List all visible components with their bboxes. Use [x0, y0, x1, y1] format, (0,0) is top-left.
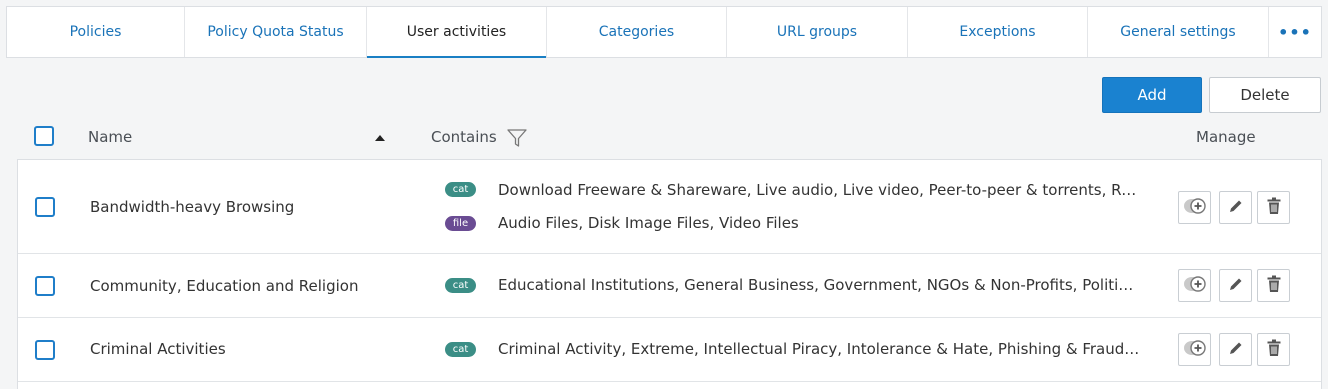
tab-url-groups[interactable]: URL groups: [727, 7, 908, 57]
tab-policies[interactable]: Policies: [7, 7, 185, 57]
row-checkbox[interactable]: [35, 197, 55, 217]
contains-categories: Educational Institutions, General Busine…: [498, 276, 1140, 294]
delete-row-button[interactable]: [1257, 269, 1290, 302]
edit-button[interactable]: [1219, 191, 1252, 224]
contains-categories: Criminal Activity, Extreme, Intellectual…: [498, 340, 1140, 358]
row-name[interactable]: Community, Education and Religion: [90, 277, 358, 295]
contains-file-types: Audio Files, Disk Image Files, Video Fil…: [498, 214, 799, 232]
trash-icon: [1266, 339, 1282, 361]
tab-exceptions[interactable]: Exceptions: [908, 7, 1088, 57]
table-header: Name Contains Manage: [0, 118, 1328, 158]
add-circle-icon: [1183, 197, 1207, 218]
add-circle-icon: [1183, 339, 1207, 360]
row-checkbox[interactable]: [35, 276, 55, 296]
tab-general-settings[interactable]: General settings: [1088, 7, 1269, 57]
user-activities-table: Bandwidth-heavy Browsing cat Download Fr…: [17, 159, 1322, 389]
category-badge: cat: [445, 278, 476, 293]
table-row: Community, Education and Religion cat Ed…: [18, 254, 1321, 318]
category-badge: cat: [445, 342, 476, 357]
edit-button[interactable]: [1219, 333, 1252, 366]
tab-categories[interactable]: Categories: [547, 7, 727, 57]
more-tabs-button[interactable]: •••: [1269, 7, 1321, 57]
table-row: Bandwidth-heavy Browsing cat Download Fr…: [18, 160, 1321, 254]
table-row: Criminal Activities cat Criminal Activit…: [18, 318, 1321, 382]
add-to-policy-button[interactable]: [1178, 191, 1211, 224]
delete-button[interactable]: Delete: [1209, 77, 1321, 113]
tab-user-activities[interactable]: User activities: [367, 7, 547, 58]
row-checkbox[interactable]: [35, 340, 55, 360]
add-to-policy-button[interactable]: [1178, 333, 1211, 366]
column-header-contains: Contains: [431, 128, 497, 146]
tab-policy-quota-status[interactable]: Policy Quota Status: [185, 7, 367, 57]
tab-bar: Policies Policy Quota Status User activi…: [6, 6, 1322, 58]
category-badge: cat: [445, 182, 476, 197]
row-name[interactable]: Criminal Activities: [90, 340, 226, 358]
pencil-icon: [1228, 198, 1244, 218]
pencil-icon: [1228, 340, 1244, 360]
add-circle-icon: [1183, 275, 1207, 296]
delete-row-button[interactable]: [1257, 333, 1290, 366]
column-header-manage: Manage: [1196, 128, 1256, 146]
contains-categories: Download Freeware & Shareware, Live audi…: [498, 181, 1140, 199]
trash-icon: [1266, 197, 1282, 219]
add-to-policy-button[interactable]: [1178, 269, 1211, 302]
add-button[interactable]: Add: [1102, 77, 1202, 113]
row-name[interactable]: Bandwidth-heavy Browsing: [90, 198, 294, 216]
select-all-checkbox[interactable]: [34, 126, 54, 146]
pencil-icon: [1228, 276, 1244, 296]
delete-row-button[interactable]: [1257, 191, 1290, 224]
file-type-badge: file: [445, 216, 476, 231]
trash-icon: [1266, 275, 1282, 297]
column-header-name[interactable]: Name: [88, 128, 132, 146]
edit-button[interactable]: [1219, 269, 1252, 302]
filter-icon[interactable]: [507, 128, 527, 152]
sort-ascending-icon[interactable]: [375, 135, 385, 141]
